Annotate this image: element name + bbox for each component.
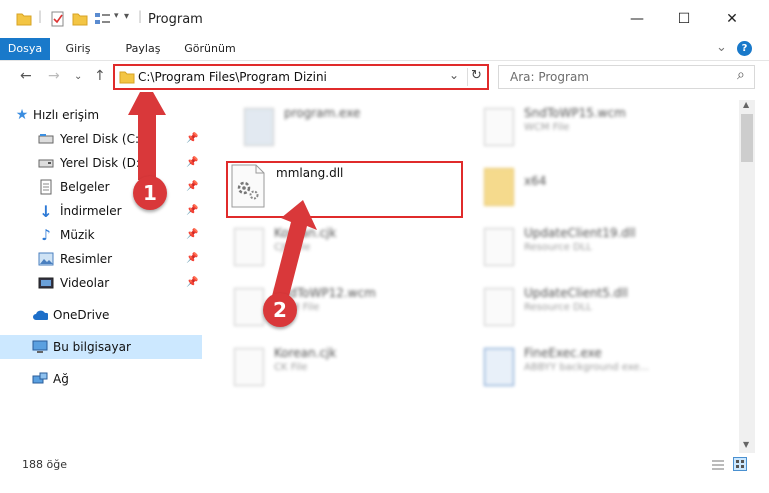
- step-badge-1: 1: [133, 176, 167, 210]
- arrow-up-address: [128, 92, 166, 180]
- annotation-arrows: [128, 92, 317, 300]
- step-badge-2: 2: [263, 293, 297, 327]
- arrow-up-file: [272, 200, 317, 300]
